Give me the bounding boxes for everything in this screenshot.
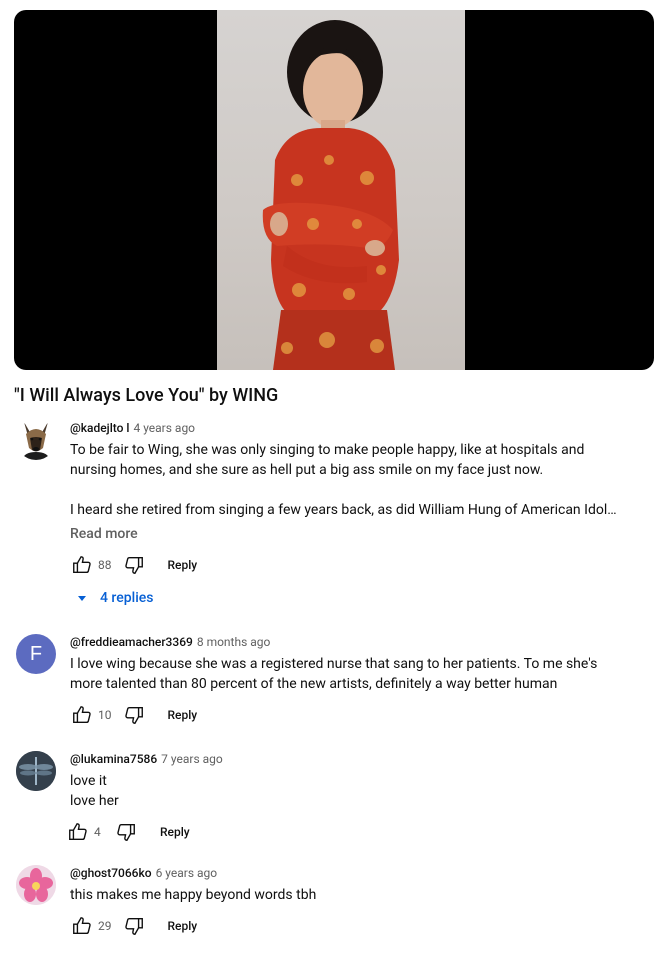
user-avatar[interactable]: F [16,634,56,674]
chevron-down-icon [78,596,86,601]
comment-author[interactable]: @lukamina7586 [70,752,157,766]
comment-author[interactable]: @ghost7066ko [70,866,152,880]
replies-label: 4 replies [100,590,154,606]
comment-text: this makes me happy beyond words tbh [70,887,317,903]
like-icon[interactable] [70,703,94,727]
video-thumbnail [217,10,465,370]
dog-avatar[interactable] [16,420,56,460]
show-replies-button[interactable]: 4 replies [76,586,153,610]
comment-time[interactable]: 4 years ago [133,421,195,435]
dislike-icon[interactable] [122,914,146,938]
like-count: 88 [98,558,112,572]
like-count: 4 [94,825,101,839]
avatar-letter: F [29,642,43,665]
dislike-icon[interactable] [122,553,146,577]
reply-button[interactable]: Reply [168,708,198,722]
like-icon[interactable] [70,914,94,938]
reply-button[interactable]: Reply [160,825,190,839]
dislike-icon[interactable] [122,703,146,727]
dislike-icon[interactable] [114,820,138,844]
reply-button[interactable]: Reply [168,558,198,572]
flower-avatar[interactable] [16,865,56,905]
video-player[interactable] [14,10,654,370]
reply-button[interactable]: Reply [168,919,198,933]
comment-text: love it love her [70,773,119,809]
dragonfly-avatar[interactable] [16,751,56,791]
like-count: 29 [98,919,112,933]
like-icon[interactable] [70,553,94,577]
comment-author[interactable]: @freddieamacher3369 [70,635,193,649]
comment-time[interactable]: 8 months ago [197,635,271,649]
comment-text: I love wing because she was a registered… [70,656,598,692]
read-more-button[interactable]: Read more [70,524,654,544]
like-icon[interactable] [66,820,90,844]
video-title: "I Will Always Love You" by WING [14,385,279,406]
comment-time[interactable]: 7 years ago [161,752,223,766]
like-count: 10 [98,708,112,722]
comment-text: To be fair to Wing, she was only singing… [70,442,617,518]
comment-author[interactable]: @kadejlto l [70,421,129,435]
comment-time[interactable]: 6 years ago [156,866,218,880]
